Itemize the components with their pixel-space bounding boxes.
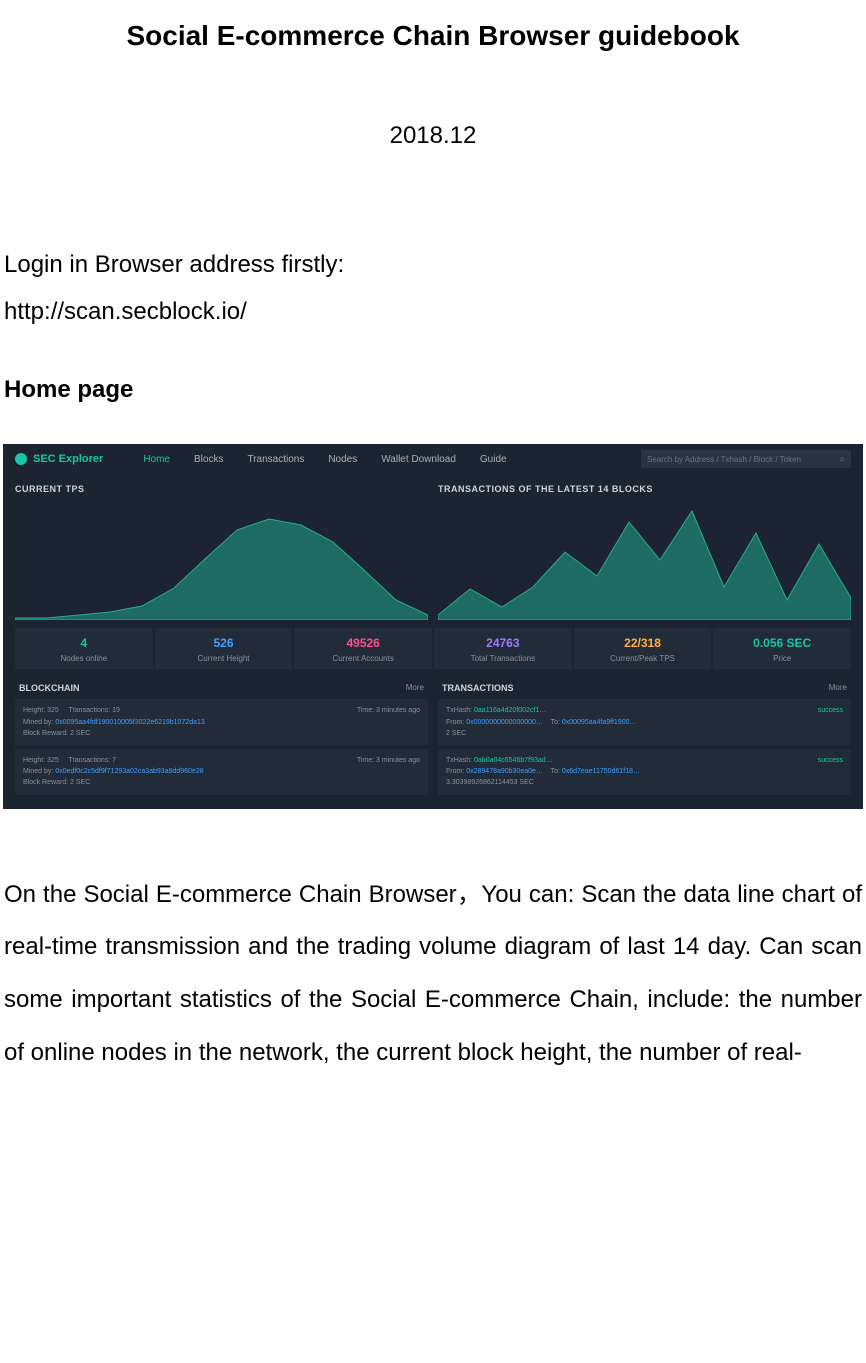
label: From: xyxy=(446,768,464,775)
label: TxHash: xyxy=(446,757,472,764)
stat-label: Current/Peak TPS xyxy=(576,654,710,663)
label: Transactions: xyxy=(68,707,110,714)
label: From: xyxy=(446,719,464,726)
transactions-panel: TRANSACTIONS More TxHash: 0aa116a4d20f00… xyxy=(438,677,851,798)
stat-label: Total Transactions xyxy=(436,654,570,663)
nav-blocks[interactable]: Blocks xyxy=(194,454,223,465)
label: Block Reward: xyxy=(23,779,68,786)
chart-tps-area xyxy=(15,500,428,620)
tx-to[interactable]: 0x00095aa4fa9ff1900… xyxy=(562,719,637,726)
block-row[interactable]: Height: 325 Transactions: 7 Mined by: 0x… xyxy=(15,749,428,795)
block-height: 325 xyxy=(47,707,59,714)
label: TxHash: xyxy=(446,707,472,714)
search-icon[interactable]: ⌕ xyxy=(839,454,845,465)
block-tx-count: 19 xyxy=(112,707,120,714)
nav-wallet-download[interactable]: Wallet Download xyxy=(381,454,456,465)
stat-total-transactions: 24763 Total Transactions xyxy=(434,628,572,669)
search-placeholder: Search by Address / Txhash / Block / Tok… xyxy=(647,455,801,464)
nav-home[interactable]: Home xyxy=(143,454,170,465)
label: To: xyxy=(551,719,560,726)
block-time: Time: 3 minutes ago xyxy=(357,755,420,766)
miner-address[interactable]: 0x0095aa4fdf190010005f3022e6219b1072da13 xyxy=(55,719,205,726)
stat-label: Nodes online xyxy=(17,654,151,663)
main-nav: Home Blocks Transactions Nodes Wallet Do… xyxy=(143,454,506,465)
stat-current-accounts: 49526 Current Accounts xyxy=(294,628,432,669)
label: To: xyxy=(551,768,560,775)
tx-status: success xyxy=(818,755,843,766)
tx-row[interactable]: TxHash: 0ab0a04c6546b7f93ad… From: 0x289… xyxy=(438,749,851,795)
app-screenshot: SEC Explorer Home Blocks Transactions No… xyxy=(3,444,863,808)
stat-tps: 22/318 Current/Peak TPS xyxy=(574,628,712,669)
label: Height: xyxy=(23,757,45,764)
chart-tx14-title: TRANSACTIONS OF THE LATEST 14 BLOCKS xyxy=(438,484,851,494)
blockchain-more-link[interactable]: More xyxy=(406,683,424,693)
body-paragraph: On the Social E-commerce Chain Browser，Y… xyxy=(0,869,866,1080)
stat-value: 0.056 SEC xyxy=(715,636,849,650)
tx-to[interactable]: 0x6d7eae11750d61f18… xyxy=(562,768,640,775)
tx-status: success xyxy=(818,705,843,716)
stat-label: Current Height xyxy=(157,654,291,663)
browser-url: http://scan.secblock.io/ xyxy=(0,298,866,326)
tx-amount: 2 SEC xyxy=(446,728,843,739)
tx-from[interactable]: 0x289478a90b30ea0e… xyxy=(466,768,543,775)
block-reward: 2 SEC xyxy=(70,779,90,786)
label: Mined by: xyxy=(23,768,53,775)
stats-row: 4 Nodes online 526 Current Height 49526 … xyxy=(3,620,863,677)
miner-address[interactable]: 0x0edf0c2c5df9f71293a02ca3ab93a9dd960e28 xyxy=(55,768,203,775)
topbar: SEC Explorer Home Blocks Transactions No… xyxy=(3,444,863,474)
app-logo[interactable]: SEC Explorer xyxy=(15,453,103,465)
transactions-title: TRANSACTIONS xyxy=(442,683,514,693)
label: Mined by: xyxy=(23,719,53,726)
search-input[interactable]: Search by Address / Txhash / Block / Tok… xyxy=(641,450,851,468)
nav-nodes[interactable]: Nodes xyxy=(328,454,357,465)
tx-hash[interactable]: 0aa116a4d20f002cf1… xyxy=(474,707,546,714)
logo-icon xyxy=(15,453,27,465)
block-row[interactable]: Height: 325 Transactions: 19 Mined by: 0… xyxy=(15,699,428,745)
intro-line: Login in Browser address firstly: xyxy=(0,240,866,290)
stat-value: 49526 xyxy=(296,636,430,650)
tx-row[interactable]: TxHash: 0aa116a4d20f002cf1… From: 0x0000… xyxy=(438,699,851,745)
chart-tps: CURRENT TPS xyxy=(15,484,428,620)
block-tx-count: 7 xyxy=(112,757,116,764)
tx-hash[interactable]: 0ab0a04c6546b7f93ad… xyxy=(474,757,553,764)
chart-tx14: TRANSACTIONS OF THE LATEST 14 BLOCKS xyxy=(438,484,851,620)
stat-label: Current Accounts xyxy=(296,654,430,663)
label: Height: xyxy=(23,707,45,714)
nav-transactions[interactable]: Transactions xyxy=(247,454,304,465)
block-time: Time: 3 minutes ago xyxy=(357,705,420,716)
tx-amount: 3.30398926862114453 SEC xyxy=(446,777,843,788)
stat-price: 0.056 SEC Price xyxy=(713,628,851,669)
stat-label: Price xyxy=(715,654,849,663)
stat-value: 22/318 xyxy=(576,636,710,650)
nav-guide[interactable]: Guide xyxy=(480,454,507,465)
stat-value: 526 xyxy=(157,636,291,650)
tx-from[interactable]: 0x0000000000000000… xyxy=(466,719,543,726)
doc-date: 2018.12 xyxy=(0,122,866,150)
logo-text: SEC Explorer xyxy=(33,453,103,465)
stat-current-height: 526 Current Height xyxy=(155,628,293,669)
block-reward: 2 SEC xyxy=(70,730,90,737)
stat-nodes-online: 4 Nodes online xyxy=(15,628,153,669)
chart-tx14-area xyxy=(438,500,851,620)
stat-value: 24763 xyxy=(436,636,570,650)
label: Block Reward: xyxy=(23,730,68,737)
blockchain-title: BLOCKCHAIN xyxy=(19,683,80,693)
stat-value: 4 xyxy=(17,636,151,650)
section-heading: Home page xyxy=(0,376,866,404)
doc-title: Social E-commerce Chain Browser guideboo… xyxy=(0,0,866,52)
chart-tps-title: CURRENT TPS xyxy=(15,484,428,494)
block-height: 325 xyxy=(47,757,59,764)
transactions-more-link[interactable]: More xyxy=(829,683,847,693)
blockchain-panel: BLOCKCHAIN More Height: 325 Transactions… xyxy=(15,677,428,798)
label: Transactions: xyxy=(68,757,110,764)
